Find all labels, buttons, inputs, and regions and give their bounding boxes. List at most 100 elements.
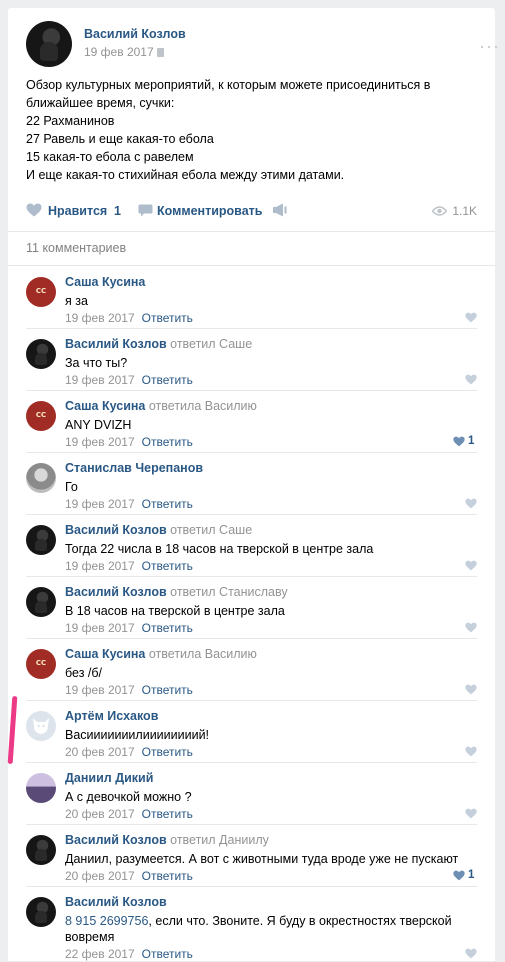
comment-item: Даниил Дикий А с девочкой можно ? 20 фев… — [8, 762, 495, 824]
comment-author-name[interactable]: Василий Козлов — [65, 337, 167, 351]
comment-reply-to[interactable]: ответил Саше — [170, 523, 252, 537]
comment-date[interactable]: 19 фев 2017 — [65, 497, 135, 511]
reply-button[interactable]: Ответить — [142, 745, 193, 759]
author-avatar[interactable] — [26, 21, 72, 67]
comment-avatar[interactable] — [26, 711, 56, 741]
reply-button[interactable]: Ответить — [142, 869, 193, 883]
comment-like[interactable] — [465, 312, 477, 324]
comment-date[interactable]: 19 фев 2017 — [65, 559, 135, 573]
reply-button[interactable]: Ответить — [142, 621, 193, 635]
comment-like[interactable]: 1 — [453, 435, 477, 448]
comment-author-name[interactable]: Василий Козлов — [65, 895, 167, 909]
comment-avatar[interactable] — [26, 463, 56, 493]
comment-meta: 20 фев 2017 Ответить — [65, 869, 193, 883]
comment-date[interactable]: 19 фев 2017 — [65, 311, 135, 325]
heart-icon[interactable] — [465, 374, 477, 385]
comment-author-name[interactable]: Саша Кусина — [65, 647, 145, 661]
comment-like[interactable]: 1 — [453, 869, 477, 882]
share-icon[interactable] — [272, 203, 287, 217]
heart-icon[interactable] — [26, 203, 42, 217]
comment-avatar[interactable] — [26, 835, 56, 865]
comment-like-count[interactable]: 1 — [468, 435, 474, 447]
comment-avatar[interactable] — [26, 773, 56, 803]
comment-author-name[interactable]: Станислав Черепанов — [65, 461, 203, 475]
comment-like[interactable] — [465, 948, 477, 960]
comment-avatar[interactable] — [26, 277, 56, 307]
comment-like[interactable] — [465, 808, 477, 820]
comment-avatar[interactable] — [26, 649, 56, 679]
reply-button[interactable]: Ответить — [142, 807, 193, 821]
comment-author: Василий Козлов ответил Саше — [65, 337, 252, 351]
comment-date[interactable]: 19 фев 2017 — [65, 683, 135, 697]
heart-icon[interactable] — [465, 948, 477, 959]
heart-icon[interactable] — [453, 436, 465, 447]
comment-text: Даниил, разумеется. А вот с животными ту… — [65, 852, 459, 866]
comment-text: я за — [65, 294, 88, 308]
views-count: 1.1K — [452, 204, 477, 218]
comment-author-name[interactable]: Саша Кусина — [65, 275, 145, 289]
comment-author-name[interactable]: Василий Козлов — [65, 585, 167, 599]
comment-button[interactable]: Комментировать — [157, 204, 262, 218]
comment-like[interactable] — [465, 746, 477, 758]
comment-date[interactable]: 20 фев 2017 — [65, 869, 135, 883]
heart-icon[interactable] — [453, 870, 465, 881]
phone-link[interactable]: 8 915 2699756 — [65, 914, 148, 928]
comment-author-name[interactable]: Артём Исхаков — [65, 709, 158, 723]
comment-author: Василий Козлов ответил Даниилу — [65, 833, 269, 847]
post-date-text[interactable]: 19 фев 2017 — [84, 45, 154, 59]
like-count[interactable]: 1 — [114, 204, 121, 218]
reply-button[interactable]: Ответить — [142, 683, 193, 697]
comment-like-count[interactable]: 1 — [468, 869, 474, 881]
reply-button[interactable]: Ответить — [142, 559, 193, 573]
comment-meta: 19 фев 2017 Ответить — [65, 559, 193, 573]
comment-reply-to[interactable]: ответил Саше — [170, 337, 252, 351]
comment-author-name[interactable]: Даниил Дикий — [65, 771, 153, 785]
comment-date[interactable]: 19 фев 2017 — [65, 435, 135, 449]
heart-icon[interactable] — [465, 808, 477, 819]
reply-button[interactable]: Ответить — [142, 435, 193, 449]
reply-button[interactable]: Ответить — [142, 311, 193, 325]
more-options-icon[interactable]: ··· — [479, 37, 500, 55]
comment-avatar[interactable] — [26, 525, 56, 555]
reply-button[interactable]: Ответить — [142, 373, 193, 387]
comment-author: Даниил Дикий — [65, 771, 153, 785]
comment-reply-to[interactable]: ответил Даниилу — [170, 833, 269, 847]
comment-author: Василий Козлов ответил Саше — [65, 523, 252, 537]
post-author[interactable]: Василий Козлов — [84, 27, 186, 41]
comment-date[interactable]: 20 фев 2017 — [65, 745, 135, 759]
like-button[interactable]: Нравится — [48, 204, 107, 218]
comment-avatar[interactable] — [26, 339, 56, 369]
comment-avatar[interactable] — [26, 897, 56, 927]
comment-author-name[interactable]: Василий Козлов — [65, 523, 167, 537]
heart-icon[interactable] — [465, 498, 477, 509]
heart-icon[interactable] — [465, 560, 477, 571]
comment-like[interactable] — [465, 560, 477, 572]
heart-icon[interactable] — [465, 312, 477, 323]
heart-icon[interactable] — [465, 684, 477, 695]
comment-icon[interactable] — [138, 204, 153, 217]
post-date[interactable]: 19 фев 2017 — [84, 45, 164, 59]
comment-like[interactable] — [465, 684, 477, 696]
comment-like[interactable] — [465, 374, 477, 386]
comment-reply-to[interactable]: ответила Василию — [149, 647, 257, 661]
reply-button[interactable]: Ответить — [142, 947, 193, 961]
comment-avatar[interactable] — [26, 401, 56, 431]
heart-icon[interactable] — [465, 746, 477, 757]
comment-date[interactable]: 19 фев 2017 — [65, 621, 135, 635]
reply-button[interactable]: Ответить — [142, 497, 193, 511]
comment-avatar[interactable] — [26, 587, 56, 617]
comment-date[interactable]: 20 фев 2017 — [65, 807, 135, 821]
comment-meta: 19 фев 2017 Ответить — [65, 497, 193, 511]
comment-like[interactable] — [465, 622, 477, 634]
comment-text: А с девочкой можно ? — [65, 790, 192, 804]
comment-author-name[interactable]: Саша Кусина — [65, 399, 145, 413]
heart-icon[interactable] — [465, 622, 477, 633]
comment-reply-to[interactable]: ответила Василию — [149, 399, 257, 413]
comment-date[interactable]: 19 фев 2017 — [65, 373, 135, 387]
comment-item: Василий Козлов ответил Даниилу Даниил, р… — [8, 824, 495, 886]
comment-text: Васииииииилиииииииий! — [65, 728, 210, 742]
comment-reply-to[interactable]: ответил Станиславу — [170, 585, 287, 599]
comment-like[interactable] — [465, 498, 477, 510]
comment-date[interactable]: 22 фев 2017 — [65, 947, 135, 961]
comment-author-name[interactable]: Василий Козлов — [65, 833, 167, 847]
